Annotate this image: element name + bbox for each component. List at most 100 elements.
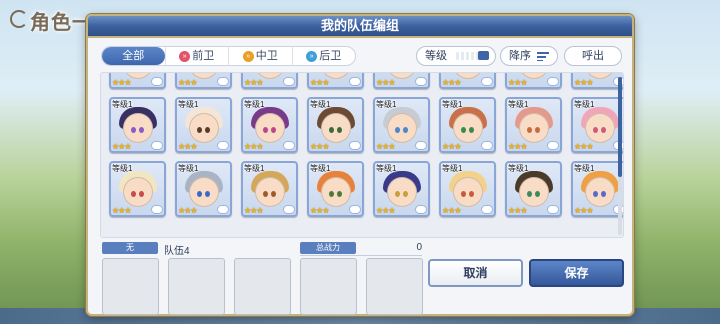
rank-chevron-icon: [481, 77, 493, 86]
rank-chevron-icon: [283, 77, 295, 86]
portrait-eye: [535, 191, 540, 197]
portrait-eye: [271, 127, 276, 133]
star-rating: ★★★: [310, 142, 329, 151]
portrait-face: [254, 113, 285, 143]
character-card-partial[interactable]: 等级1★★★: [241, 73, 298, 89]
rank-chevron-icon: [415, 141, 427, 150]
position-filter-tabs: 全部 » 前卫 » 中卫 » 后卫: [101, 46, 356, 66]
character-card-partial[interactable]: 等级1★★★: [571, 73, 623, 89]
star-rating: ★★★: [376, 78, 395, 87]
team-slot-2[interactable]: [168, 258, 225, 315]
character-card[interactable]: 等级1 ★★★: [175, 161, 232, 217]
save-button[interactable]: 保存: [529, 259, 624, 287]
rank-chevron-icon: [349, 205, 361, 214]
team-slot-5[interactable]: [366, 258, 423, 315]
character-card-partial[interactable]: 等级1★★★: [109, 73, 166, 89]
character-card[interactable]: 等级1 ★★★: [571, 97, 623, 153]
level-label: 等级1: [112, 164, 133, 173]
level-label: 等级1: [508, 164, 529, 173]
portrait-eye: [535, 127, 540, 133]
star-rating: ★★★: [574, 142, 593, 151]
character-card[interactable]: 等级1 ★★★: [307, 97, 364, 153]
character-card[interactable]: 等级1 ★★★: [307, 161, 364, 217]
portrait-face: [386, 113, 417, 143]
portrait-face: [188, 177, 219, 207]
sort-order-button[interactable]: 降序: [500, 46, 558, 66]
portrait-eye: [329, 191, 334, 197]
star-rating: ★★★: [244, 142, 263, 151]
tab-all[interactable]: 全部: [102, 47, 165, 65]
window-icon: [478, 51, 489, 60]
character-card[interactable]: 等级1 ★★★: [505, 161, 562, 217]
total-power-label: 总战力: [300, 242, 356, 254]
character-card[interactable]: 等级1 ★★★: [109, 97, 166, 153]
portrait-eye: [131, 191, 136, 197]
character-card[interactable]: 等级1 ★★★: [109, 161, 166, 217]
call-button[interactable]: 呼出: [564, 46, 622, 66]
portrait-eye: [395, 127, 400, 133]
portrait-face: [518, 113, 549, 143]
character-card[interactable]: 等级1 ★★★: [241, 161, 298, 217]
sort-key-button[interactable]: 等级: [416, 46, 496, 66]
level-label: 等级1: [178, 164, 199, 173]
cancel-button[interactable]: 取消: [428, 259, 523, 287]
scrollbar-thumb[interactable]: [618, 77, 622, 177]
character-card-partial[interactable]: 等级1★★★: [439, 73, 496, 89]
team-slot-3[interactable]: [234, 258, 291, 315]
rank-chevron-icon: [481, 205, 493, 214]
character-card-partial[interactable]: 等级1★★★: [505, 73, 562, 89]
divider: [300, 255, 422, 256]
rank-chevron-icon: [415, 77, 427, 86]
front-position-icon: »: [179, 50, 191, 62]
star-rating: ★★★: [112, 142, 131, 151]
character-card[interactable]: 等级1 ★★★: [175, 97, 232, 153]
portrait-face: [254, 177, 285, 207]
portrait-eye: [131, 127, 136, 133]
tab-middle[interactable]: » 中卫: [228, 47, 292, 65]
level-label: 等级1: [310, 164, 331, 173]
character-card[interactable]: 等级1 ★★★: [439, 97, 496, 153]
level-label: 等级1: [244, 100, 265, 109]
portrait-eye: [197, 191, 202, 197]
scrollbar[interactable]: [618, 77, 622, 235]
tab-back[interactable]: » 后卫: [291, 47, 356, 65]
rank-chevron-icon: [283, 141, 295, 150]
portrait-face: [584, 113, 615, 143]
rank-chevron-icon: [547, 77, 559, 86]
character-card[interactable]: 等级1 ★★★: [439, 161, 496, 217]
portrait-eye: [139, 191, 144, 197]
background-screen-title: 角色一: [30, 12, 93, 34]
rank-chevron-icon: [151, 141, 163, 150]
level-label: 等级1: [574, 164, 595, 173]
portrait-eye: [329, 127, 334, 133]
call-button-label: 呼出: [582, 50, 604, 62]
character-card[interactable]: 等级1 ★★★: [373, 161, 430, 217]
rank-chevron-icon: [547, 141, 559, 150]
star-rating: ★★★: [178, 206, 197, 215]
level-label: 等级1: [112, 100, 133, 109]
character-card[interactable]: 等级1 ★★★: [571, 161, 623, 217]
team-name: 队伍4: [164, 246, 190, 257]
team-edit-dialog: 我的队伍编组 全部 » 前卫 » 中卫 » 后卫 等级 降序 呼出 等级1 ★★★…: [86, 14, 634, 316]
character-card[interactable]: 等级1 ★★★: [373, 97, 430, 153]
character-card-partial[interactable]: 等级1★★★: [307, 73, 364, 89]
portrait-eye: [337, 191, 342, 197]
character-card-partial[interactable]: 等级1★★★: [175, 73, 232, 89]
portrait-eye: [395, 191, 400, 197]
character-card[interactable]: 等级1 ★★★: [505, 97, 562, 153]
tab-label: 中卫: [255, 50, 278, 62]
rank-chevron-icon: [283, 205, 295, 214]
level-label: 等级1: [376, 164, 397, 173]
team-slot-4[interactable]: [300, 258, 357, 315]
portrait-eye: [601, 127, 606, 133]
star-rating: ★★★: [178, 142, 197, 151]
portrait-eye: [337, 127, 342, 133]
tab-front[interactable]: » 前卫: [164, 47, 229, 65]
sort-order-label: 降序: [509, 50, 531, 62]
level-label: 等级1: [178, 100, 199, 109]
rank-chevron-icon: [415, 205, 427, 214]
team-slot-1[interactable]: [102, 258, 159, 315]
character-card[interactable]: 等级1 ★★★: [241, 97, 298, 153]
character-card-partial[interactable]: 等级1★★★: [373, 73, 430, 89]
star-rating: ★★★: [112, 206, 131, 215]
